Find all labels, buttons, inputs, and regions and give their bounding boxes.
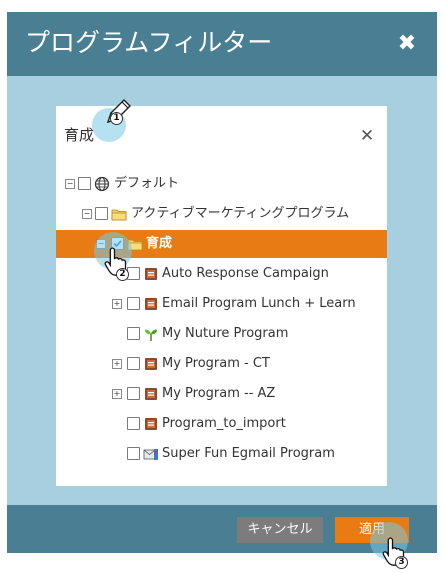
tree-row-program[interactable]: Program_to_import (56, 410, 387, 438)
tree-row-program[interactable]: + My Program - CT (56, 350, 387, 378)
close-icon[interactable]: ✖ (393, 30, 421, 58)
tree-checkbox[interactable] (95, 207, 108, 220)
tree-checkbox[interactable] (127, 297, 140, 310)
step-number-2: 2 (116, 268, 129, 281)
tree-row-default[interactable]: − デフォルト (56, 170, 387, 198)
tree-checkbox[interactable] (127, 447, 140, 460)
collapse-icon[interactable]: − (65, 179, 75, 189)
globe-icon (94, 176, 110, 192)
tree-item-label: 育成 (146, 236, 173, 251)
expand-icon[interactable]: + (112, 389, 122, 399)
modal-title: プログラムフィルター (25, 28, 273, 57)
tree-item-label: Email Program Lunch + Learn (162, 296, 356, 311)
tree-checkbox[interactable] (78, 177, 91, 190)
tree-item-label: Auto Response Campaign (162, 266, 329, 281)
tree-item-label: Super Fun Egmail Program (162, 446, 335, 461)
program-icon (143, 386, 159, 402)
program-icon (143, 296, 159, 312)
tree-row-program[interactable]: My Nuture Program (56, 320, 387, 348)
step-number-3: 3 (395, 556, 408, 569)
tree-item-label: デフォルト (114, 176, 180, 191)
program-icon (143, 266, 159, 282)
folder-icon (111, 206, 127, 222)
tree-item-label: Program_to_import (162, 416, 286, 431)
tree-row-active-marketing[interactable]: − アクティブマーケティングプログラム (56, 200, 387, 228)
tree-item-label: アクティブマーケティングプログラム (131, 206, 350, 221)
tree-row-program[interactable]: + My Program -- AZ (56, 380, 387, 408)
panel-close-icon[interactable]: ✕ (359, 128, 375, 145)
collapse-icon[interactable]: − (82, 209, 92, 219)
nurture-icon (143, 326, 159, 342)
filter-tree-panel: 育成 ✕ − デフォルト − アクティブマーケティングプログラム − 育成 (56, 106, 387, 486)
program-icon (143, 416, 159, 432)
tree-item-label: My Nuture Program (162, 326, 289, 341)
tree-row-program[interactable]: + Email Program Lunch + Learn (56, 290, 387, 318)
tree-checkbox[interactable] (127, 357, 140, 370)
program-icon (143, 356, 159, 372)
tree-item-label: My Program - CT (162, 356, 270, 371)
email-program-icon (143, 446, 159, 462)
expand-icon[interactable]: + (112, 359, 122, 369)
step-number-1: 1 (110, 112, 123, 125)
modal-header: プログラムフィルター ✖ (7, 12, 437, 76)
tree-checkbox[interactable] (127, 417, 140, 430)
tree-row-program[interactable]: Super Fun Egmail Program (56, 440, 387, 468)
expand-icon[interactable]: + (112, 299, 122, 309)
tree-item-label: My Program -- AZ (162, 386, 276, 401)
panel-title: 育成 (64, 126, 95, 144)
tree-checkbox[interactable] (127, 387, 140, 400)
tree-checkbox[interactable] (127, 327, 140, 340)
cancel-button[interactable]: キャンセル (237, 517, 323, 543)
